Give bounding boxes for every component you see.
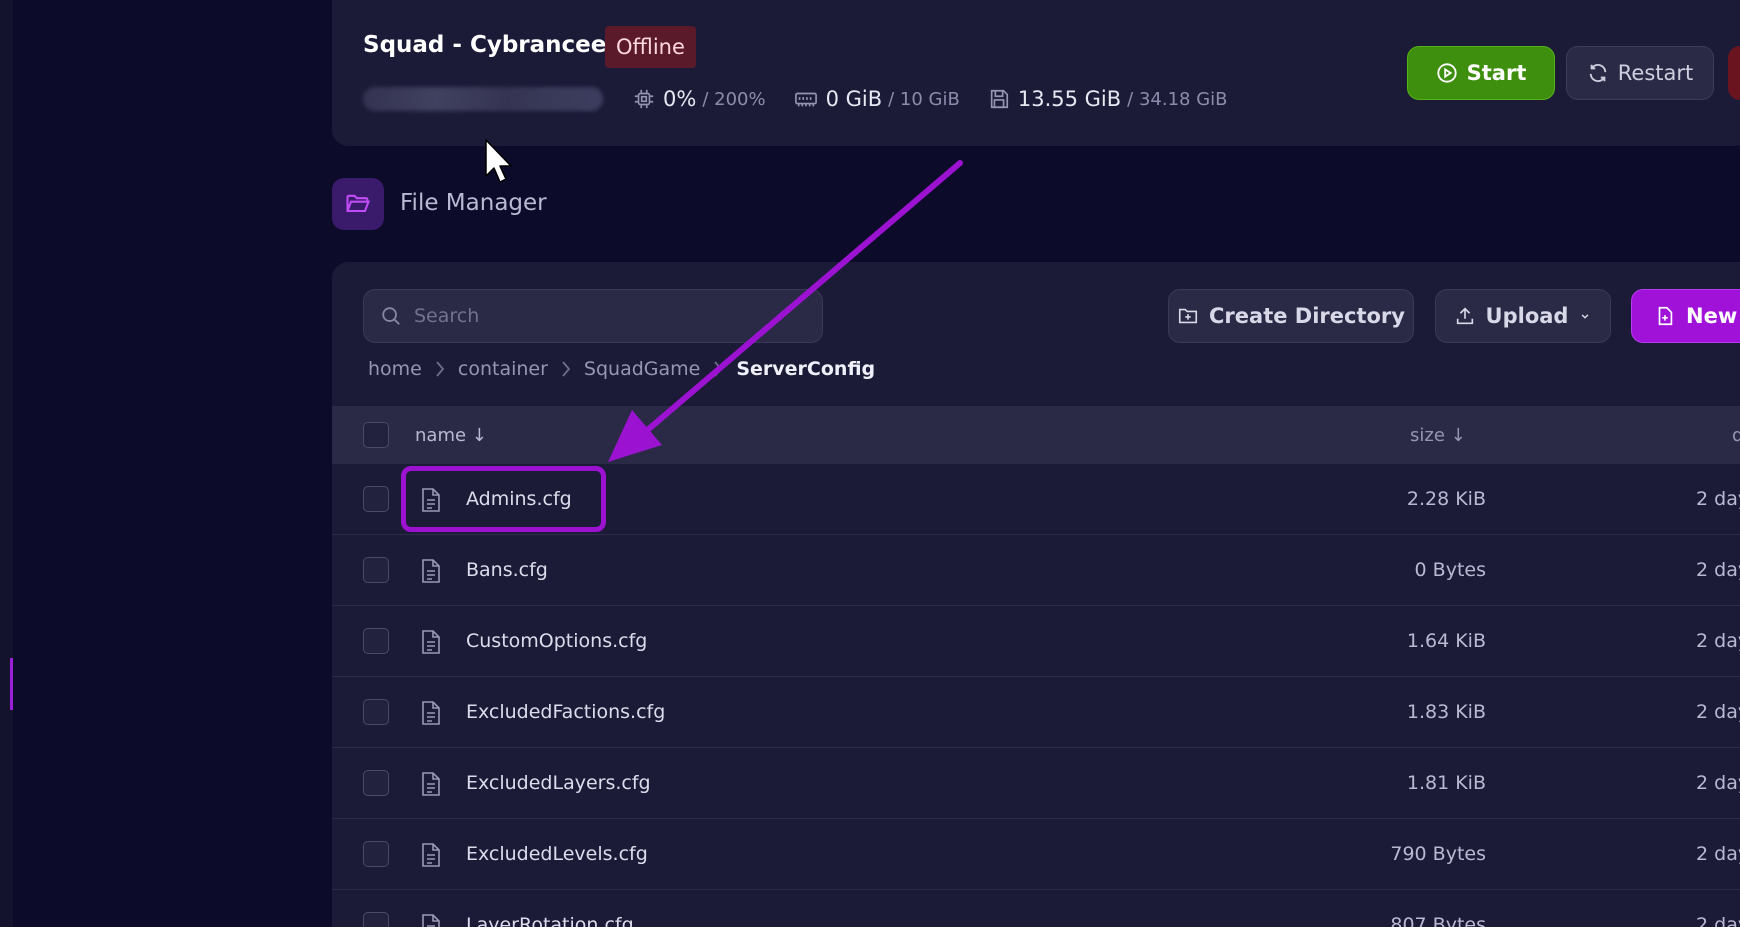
create-directory-button[interactable]: Create Directory bbox=[1168, 289, 1414, 343]
file-size: 2.28 KiB bbox=[1406, 488, 1486, 510]
stop-button[interactable] bbox=[1728, 46, 1740, 100]
cpu-value: 0% bbox=[663, 87, 697, 111]
table-header: name ↓ size ↓ d bbox=[332, 406, 1740, 464]
file-text-icon bbox=[422, 701, 440, 725]
search-box bbox=[363, 289, 823, 343]
upload-icon bbox=[1456, 307, 1473, 325]
upload-label: Upload bbox=[1485, 304, 1569, 328]
file-row[interactable]: ExcludedLevels.cfg 790 Bytes 2 day bbox=[332, 819, 1740, 890]
file-size: 0 Bytes bbox=[1414, 559, 1486, 581]
disk-value: 13.55 GiB bbox=[1017, 87, 1122, 111]
file-text-icon bbox=[422, 914, 440, 927]
folder-plus-icon bbox=[1178, 308, 1198, 324]
new-file-button[interactable]: New f bbox=[1631, 289, 1740, 343]
file-text-icon bbox=[422, 559, 440, 583]
chevron-right-icon bbox=[562, 361, 571, 377]
status-badge: Offline bbox=[605, 26, 696, 68]
row-checkbox[interactable] bbox=[363, 770, 389, 796]
file-date: 2 day bbox=[1696, 488, 1740, 510]
file-size: 807 Bytes bbox=[1390, 914, 1486, 927]
save-disk-icon bbox=[990, 89, 1008, 109]
upload-button[interactable]: Upload bbox=[1435, 289, 1611, 343]
column-header-size[interactable]: size ↓ bbox=[1410, 425, 1466, 446]
file-text-icon bbox=[422, 772, 440, 796]
server-stats: 0% / 200% 0 GiB / 10 GiB 13.55 GiB / 34.… bbox=[363, 84, 1256, 114]
file-text-icon bbox=[422, 488, 440, 512]
file-name[interactable]: CustomOptions.cfg bbox=[466, 630, 647, 652]
row-checkbox[interactable] bbox=[363, 557, 389, 583]
breadcrumb-current: ServerConfig bbox=[736, 358, 876, 380]
file-date: 2 day bbox=[1696, 772, 1740, 794]
file-date: 2 day bbox=[1696, 630, 1740, 652]
file-row[interactable]: CustomOptions.cfg 1.64 KiB 2 day bbox=[332, 606, 1740, 677]
file-name[interactable]: Bans.cfg bbox=[466, 559, 548, 581]
search-input[interactable] bbox=[414, 305, 794, 327]
file-name[interactable]: ExcludedLevels.cfg bbox=[466, 843, 648, 865]
page-title: File Manager bbox=[400, 190, 547, 216]
file-date: 2 day bbox=[1696, 701, 1740, 723]
file-name[interactable]: LayerRotation.cfg bbox=[466, 914, 634, 927]
file-manager-panel: Create Directory Upload New f home conta… bbox=[332, 262, 1740, 927]
create-directory-label: Create Directory bbox=[1209, 304, 1405, 328]
chevron-right-icon bbox=[714, 361, 723, 377]
file-list: Admins.cfg 2.28 KiB 2 day Bans.cfg 0 Byt… bbox=[332, 464, 1740, 927]
file-date: 2 day bbox=[1696, 559, 1740, 581]
row-checkbox[interactable] bbox=[363, 912, 389, 927]
sidebar-active-indicator bbox=[10, 658, 13, 710]
row-checkbox[interactable] bbox=[363, 628, 389, 654]
disk-stat: 13.55 GiB / 34.18 GiB bbox=[988, 87, 1228, 111]
memory-stat: 0 GiB / 10 GiB bbox=[794, 87, 960, 111]
file-size: 1.81 KiB bbox=[1406, 772, 1486, 794]
file-row[interactable]: Bans.cfg 0 Bytes 2 day bbox=[332, 535, 1740, 606]
file-name[interactable]: ExcludedFactions.cfg bbox=[466, 701, 665, 723]
cpu-limit: / 200% bbox=[702, 88, 766, 110]
column-header-date[interactable]: d bbox=[1732, 425, 1740, 446]
restart-button[interactable]: Restart bbox=[1566, 46, 1714, 100]
chevron-right-icon bbox=[436, 361, 445, 377]
file-size: 1.64 KiB bbox=[1406, 630, 1486, 652]
search-icon bbox=[382, 307, 400, 325]
row-checkbox[interactable] bbox=[363, 486, 389, 512]
start-button[interactable]: Start bbox=[1407, 46, 1555, 100]
server-address-blurred bbox=[363, 87, 603, 111]
cpu-icon bbox=[634, 89, 654, 109]
file-size: 1.83 KiB bbox=[1406, 701, 1486, 723]
row-checkbox[interactable] bbox=[363, 841, 389, 867]
select-all-checkbox[interactable] bbox=[363, 422, 389, 448]
refresh-icon bbox=[1589, 64, 1606, 82]
row-checkbox[interactable] bbox=[363, 699, 389, 725]
server-title: Squad - Cybrancee bbox=[363, 32, 607, 58]
file-plus-icon bbox=[1658, 306, 1673, 326]
file-row[interactable]: ExcludedFactions.cfg 1.83 KiB 2 day bbox=[332, 677, 1740, 748]
breadcrumb: home container SquadGame ServerConfig bbox=[368, 358, 875, 380]
file-date: 2 day bbox=[1696, 914, 1740, 927]
memory-icon bbox=[794, 92, 817, 107]
new-file-label: New f bbox=[1686, 304, 1740, 328]
file-name[interactable]: ExcludedLayers.cfg bbox=[466, 772, 651, 794]
file-size: 790 Bytes bbox=[1390, 843, 1486, 865]
start-button-label: Start bbox=[1466, 61, 1527, 85]
play-circle-icon bbox=[1437, 63, 1457, 83]
restart-button-label: Restart bbox=[1617, 61, 1694, 85]
disk-limit: / 34.18 GiB bbox=[1127, 88, 1228, 110]
sidebar bbox=[0, 0, 13, 927]
file-row[interactable]: Admins.cfg 2.28 KiB 2 day bbox=[332, 464, 1740, 535]
breadcrumb-home[interactable]: home bbox=[368, 358, 422, 380]
file-date: 2 day bbox=[1696, 843, 1740, 865]
folder-open-icon bbox=[332, 178, 384, 230]
chevron-down-icon bbox=[1582, 314, 1589, 319]
column-header-name[interactable]: name ↓ bbox=[415, 425, 487, 446]
file-text-icon bbox=[422, 630, 440, 654]
breadcrumb-container[interactable]: container bbox=[458, 358, 548, 380]
breadcrumb-squadgame[interactable]: SquadGame bbox=[584, 358, 700, 380]
file-name[interactable]: Admins.cfg bbox=[466, 488, 572, 510]
memory-limit: / 10 GiB bbox=[888, 88, 960, 110]
file-row[interactable]: LayerRotation.cfg 807 Bytes 2 day bbox=[332, 890, 1740, 927]
server-header-card: Squad - Cybrancee Offline 0% / 200% 0 Gi… bbox=[332, 0, 1740, 146]
file-row[interactable]: ExcludedLayers.cfg 1.81 KiB 2 day bbox=[332, 748, 1740, 819]
file-text-icon bbox=[422, 843, 440, 867]
memory-value: 0 GiB bbox=[825, 87, 883, 111]
cpu-stat: 0% / 200% bbox=[633, 87, 766, 111]
